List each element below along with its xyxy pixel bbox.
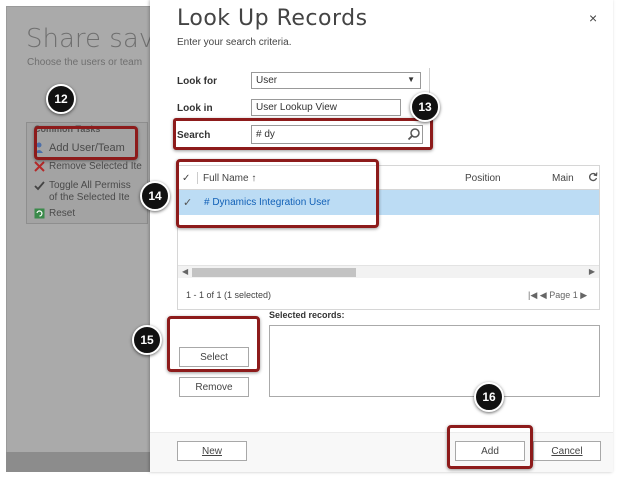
- toggle-permissions-line1: Toggle All Permiss: [49, 180, 131, 191]
- selected-records-box[interactable]: [269, 325, 600, 397]
- record-count-status: 1 - 1 of 1 (1 selected): [186, 290, 272, 300]
- step-badge-12: 12: [46, 84, 76, 114]
- selected-records-label: Selected records:: [269, 310, 345, 320]
- page-number: Page 1: [549, 290, 578, 300]
- new-button[interactable]: New: [177, 441, 247, 461]
- scrollbar-thumb[interactable]: [192, 268, 356, 277]
- look-for-label: Look for: [177, 76, 217, 87]
- look-in-field[interactable]: User Lookup View: [251, 99, 401, 116]
- highlight-search: [173, 118, 433, 150]
- remove-selected-task[interactable]: Remove Selected Ite: [34, 161, 142, 173]
- look-for-select[interactable]: User ▼: [251, 72, 421, 89]
- toggle-permissions-task[interactable]: Toggle All Permiss of the Selected Ite: [34, 180, 131, 204]
- step-badge-15: 15: [132, 325, 162, 355]
- toggle-permissions-label: Toggle All Permiss of the Selected Ite: [49, 180, 131, 204]
- cancel-button[interactable]: Cancel: [533, 441, 601, 461]
- dialog-title: Look Up Records: [177, 6, 368, 31]
- look-in-value: User Lookup View: [256, 102, 337, 113]
- remove-selected-label: Remove Selected Ite: [49, 161, 142, 172]
- highlight-add-user: [34, 126, 138, 160]
- remove-x-icon: [34, 161, 45, 172]
- step-badge-14: 14: [140, 181, 170, 211]
- column-position[interactable]: Position: [465, 173, 501, 184]
- reset-label: Reset: [49, 208, 76, 219]
- pager: |◀ ◀ Page 1 ▶: [528, 290, 587, 301]
- scroll-left-icon[interactable]: ◀: [182, 267, 188, 276]
- dialog-subtitle: Enter your search criteria.: [177, 37, 292, 48]
- dropdown-arrow-icon: ▼: [407, 75, 415, 84]
- share-dialog-subtitle: Choose the users or team: [27, 57, 143, 68]
- step-badge-16: 16: [474, 382, 504, 412]
- highlight-select: [167, 316, 260, 372]
- toggle-permissions-line2: of the Selected Ite: [49, 192, 130, 203]
- first-page-icon[interactable]: |◀: [528, 290, 537, 300]
- refresh-icon[interactable]: [587, 171, 598, 185]
- reset-task[interactable]: Reset: [34, 208, 75, 220]
- look-for-value: User: [256, 75, 278, 86]
- next-page-icon[interactable]: ▶: [580, 290, 587, 300]
- close-icon[interactable]: ×: [589, 10, 597, 26]
- reset-icon: [34, 208, 45, 219]
- remove-button[interactable]: Remove: [179, 377, 249, 397]
- look-in-label: Look in: [177, 103, 213, 114]
- horizontal-scrollbar[interactable]: ◀ ▶: [178, 265, 599, 278]
- column-main[interactable]: Main: [552, 173, 574, 184]
- highlight-record: [176, 159, 379, 228]
- highlight-add: [447, 425, 533, 469]
- scroll-right-icon[interactable]: ▶: [589, 267, 595, 276]
- checkmark-icon: [34, 180, 45, 191]
- prev-page-icon[interactable]: ◀: [540, 290, 547, 300]
- step-badge-13: 13: [410, 92, 440, 122]
